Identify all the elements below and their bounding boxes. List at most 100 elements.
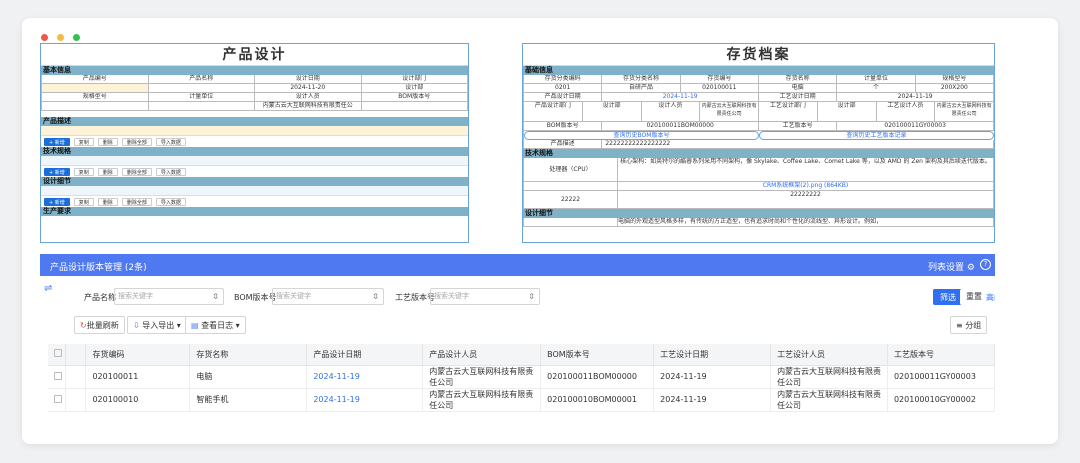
product-name-field[interactable] [148,84,255,93]
list-settings-button[interactable]: 列表设置 ⚙ [928,260,975,273]
section-detail: 设计细节 [523,209,994,218]
cell: 计量单位 [837,75,916,84]
col-header[interactable]: 工艺设计日期 [653,344,772,366]
detail-text[interactable]: 电脑的外观造型风格多样，有传统的方正造型，也有追求时尚和个性化的流线型、异形设计… [618,218,994,227]
delete-button[interactable]: 删除 [97,137,118,146]
cell[interactable]: 200X200 [915,84,994,93]
section-prod-req: 生产要求 [41,207,468,216]
cell[interactable]: 自研产品 [602,84,681,93]
bom-field[interactable] [361,102,468,111]
import-button[interactable]: 导入数据 [155,137,186,146]
help-icon[interactable]: ? [980,259,991,270]
design-date-field[interactable]: 2024-11-20 [255,84,362,93]
batch-refresh-button[interactable]: ↻批量刷新 [74,316,125,334]
header-row: 存货分类编码 存货分类名称 存货编号 存货名称 计量单位 规格型号 [523,75,994,84]
cell: 存货分类编码 [524,75,603,84]
cell[interactable]: 设计部 [582,102,642,122]
attachment-link[interactable]: CRM系统框架(2).png (864KB) [618,182,994,191]
version-management-panel: 产品设计版本管理 (2条) 列表设置 ⚙ ? ⇌ 产品名称 搜索关键字 ⇳ BOM… [40,254,996,414]
delete-all-button[interactable]: 删除全部 [121,167,152,176]
log-icon: ▤ [191,321,199,330]
craft-version-input[interactable]: 搜索关键字 ⇳ [430,288,540,305]
col-header[interactable]: 存货名称 [189,344,308,366]
delete-all-button[interactable]: 删除全部 [121,137,152,146]
people-row: 产品设计部门 设计部 设计人员 内蒙古云大互联网科技有限责任公司 工艺设计部门 … [523,102,994,122]
bom-value[interactable]: 020100011BOM00000 [602,122,759,131]
detail-row[interactable] [41,186,468,196]
row-checkbox[interactable] [54,371,62,380]
design-date-link[interactable]: 2024-11-19 [306,388,424,412]
cell: 内蒙古云大互联网科技有限责任公司 [770,388,888,412]
row-checkbox-cell[interactable] [48,365,67,389]
import-export-button[interactable]: ⇩ 导入导出 ▾ [127,316,187,334]
detail-row: 电脑的外观造型风格多样，有传统的方正造型，也有追求时尚和个性化的流线型、异形设计… [523,218,994,227]
craft-version-value[interactable]: 020100011GY00003 [837,122,994,131]
select-all-checkbox[interactable] [54,349,62,358]
list-settings-label: 列表设置 [928,263,965,273]
import-button[interactable]: 导入数据 [155,197,186,206]
cpu-text[interactable]: 核心架构：如英特尔的酷睿系列采用不同架构，像 Skylake、Coffee La… [618,158,994,182]
select-all-header[interactable] [48,344,67,366]
detail-toolbar: + 新增 复制 删除 删除全部 导入数据 [41,196,468,207]
history-bom-button[interactable]: 查询历史BOM版本号 [524,131,759,140]
filter-icon[interactable]: ⇳ [528,289,535,304]
add-button[interactable]: + 新增 [44,197,70,206]
row-checkbox[interactable] [54,394,62,403]
cell[interactable]: 0201 [524,84,603,93]
desc-input[interactable] [41,126,468,136]
copy-button[interactable]: 复制 [73,197,94,206]
table-row[interactable]: 020100011 电脑 2024-11-19 内蒙古云大互联网科技有限责任公司… [48,365,996,389]
col-header[interactable]: 存货编码 [85,344,191,366]
header-cell: 设计部门 [361,75,468,84]
basic-grid: 产品编号 产品名称 设计日期 设计部门 2024-11-20 设计部 规格型号 … [41,75,468,111]
search-button[interactable]: 筛选 [933,289,963,305]
filter-icon[interactable]: ⇳ [372,289,379,304]
designer-field[interactable]: 内蒙古云大互联网科技有限责任公 [255,102,362,111]
header-cell: 产品名称 [148,75,255,84]
cell[interactable]: 020100011 [680,84,759,93]
row-checkbox-cell[interactable] [48,388,67,412]
cell[interactable]: 内蒙古云大互联网科技有限责任公司 [935,102,994,122]
value-row: 0201 自研产品 020100011 电脑 个 200X200 [523,84,994,93]
design-date-link[interactable]: 2024-11-19 [306,365,424,389]
cell[interactable]: 设计部 [817,102,877,122]
product-code-field[interactable] [42,84,149,93]
cell[interactable]: 内蒙古云大互联网科技有限责任公司 [700,102,759,122]
col-header[interactable]: 工艺版本号 [887,344,996,366]
bom-input[interactable]: 搜索关键字 ⇳ [272,288,384,305]
cell[interactable]: 个 [837,84,916,93]
col-header[interactable]: 产品设计日期 [306,344,424,366]
cell[interactable]: 电脑 [759,84,838,93]
advanced-filter-link[interactable]: 高级筛选 [986,292,995,303]
val-cell[interactable]: 22222222 [618,191,994,209]
filter-icon[interactable]: ⇳ [212,289,219,304]
reset-button[interactable]: 重置 [960,289,988,305]
col-header[interactable]: 产品设计人员 [422,344,542,366]
design-date[interactable]: 2024-11-19 [602,93,759,102]
design-dept-field[interactable]: 设计部 [361,84,468,93]
add-button[interactable]: + 新增 [44,167,70,176]
close-dot[interactable] [41,34,48,41]
delete-button[interactable]: 删除 [97,167,118,176]
product-name-input[interactable]: 搜索关键字 ⇳ [114,288,224,305]
col-header[interactable]: BOM版本号 [540,344,655,366]
history-craft-button[interactable]: 查询历史工艺版本记录 [759,131,994,140]
view-log-button[interactable]: ▤ 查看日志 ▾ [185,316,246,334]
copy-button[interactable]: 复制 [73,167,94,176]
table-row[interactable]: 020100010 智能手机 2024-11-19 内蒙古云大互联网科技有限责任… [48,388,996,412]
import-button[interactable]: 导入数据 [155,167,186,176]
delete-button[interactable]: 删除 [97,197,118,206]
tech-row[interactable] [41,156,468,166]
add-button[interactable]: + 新增 [44,137,70,146]
minimize-dot[interactable] [57,34,64,41]
desc-value[interactable]: 22222222222222222 [602,140,994,149]
group-button[interactable]: ≡ 分组 [950,316,988,334]
pin-icon[interactable]: ⇌ [44,283,52,294]
copy-button[interactable]: 复制 [73,137,94,146]
craft-date[interactable]: 2024-11-19 [837,93,994,102]
col-header[interactable]: 工艺设计人员 [770,344,888,366]
spec-field[interactable] [42,102,149,111]
maximize-dot[interactable] [73,34,80,41]
unit-field[interactable] [148,102,255,111]
delete-all-button[interactable]: 删除全部 [121,197,152,206]
